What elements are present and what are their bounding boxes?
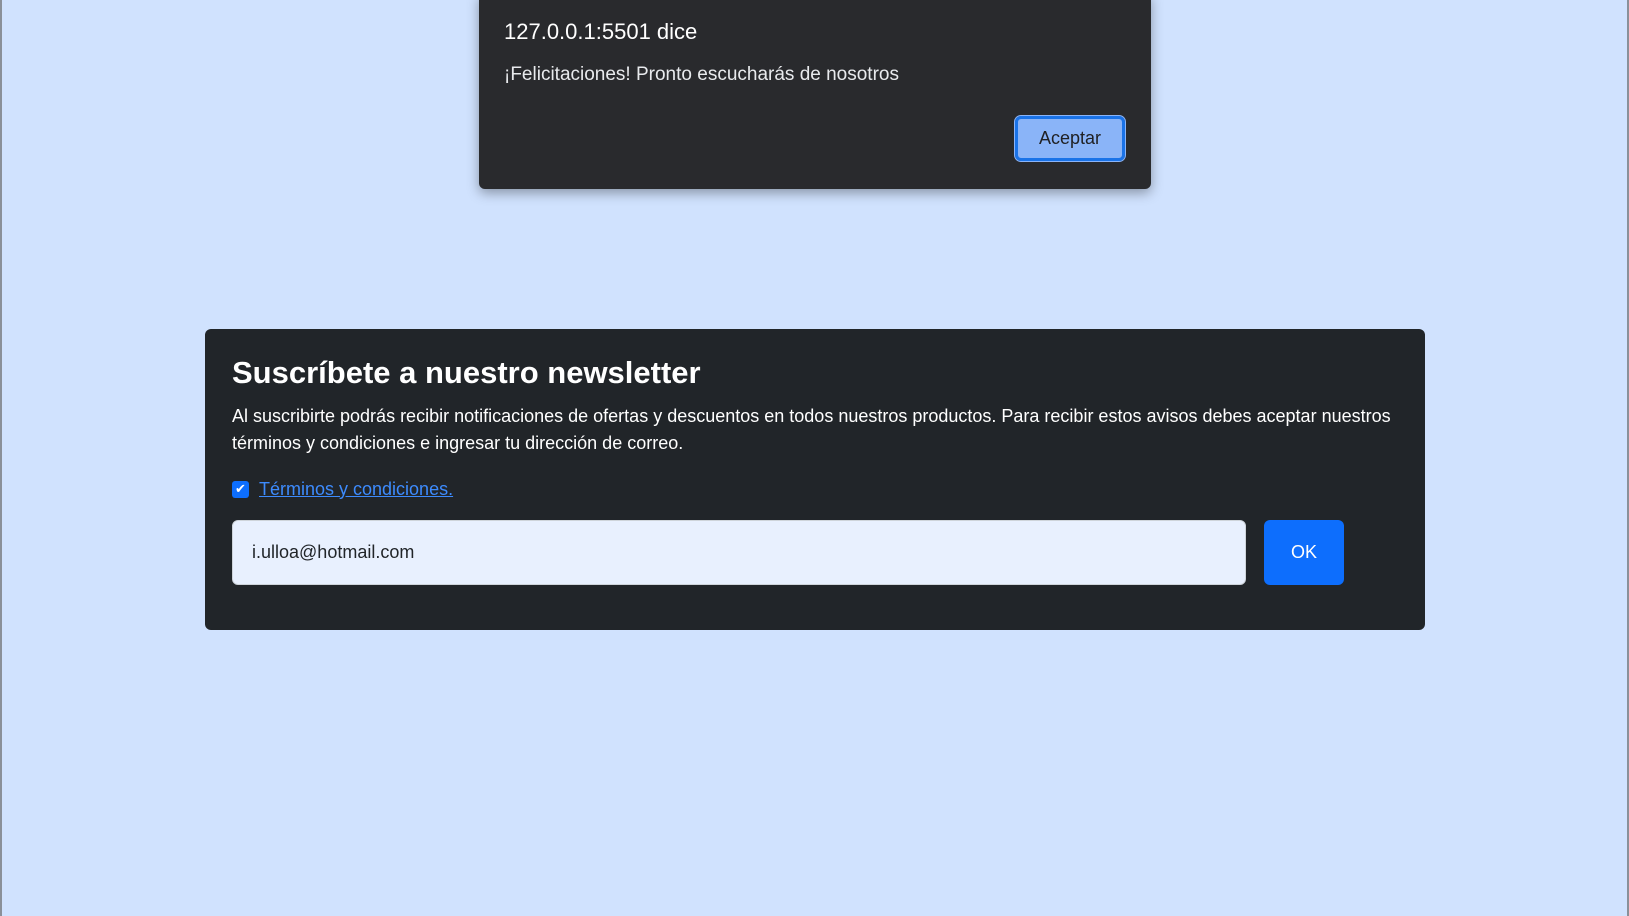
alert-title: 127.0.0.1:5501 dice	[504, 19, 698, 44]
alert-dialog: 127.0.0.1:5501 dice ¡Felicitaciones! Pro…	[479, 0, 1151, 189]
newsletter-card: Suscríbete a nuestro newsletter Al suscr…	[205, 329, 1425, 630]
check-icon: ✔	[235, 481, 246, 496]
submit-button[interactable]: OK	[1264, 520, 1344, 585]
newsletter-title: Suscríbete a nuestro newsletter	[232, 355, 701, 390]
terms-row: ✔ Términos y condiciones.	[232, 477, 453, 501]
terms-checkbox[interactable]: ✔	[232, 480, 249, 498]
email-input[interactable]	[232, 520, 1246, 585]
newsletter-description: Al suscribirte podrás recibir notificaci…	[232, 406, 1391, 453]
window-border-left	[0, 0, 2, 916]
accept-button[interactable]: Aceptar	[1014, 115, 1126, 162]
alert-message: ¡Felicitaciones! Pronto escucharás de no…	[504, 64, 899, 85]
terms-link[interactable]: Términos y condiciones.	[259, 479, 453, 500]
